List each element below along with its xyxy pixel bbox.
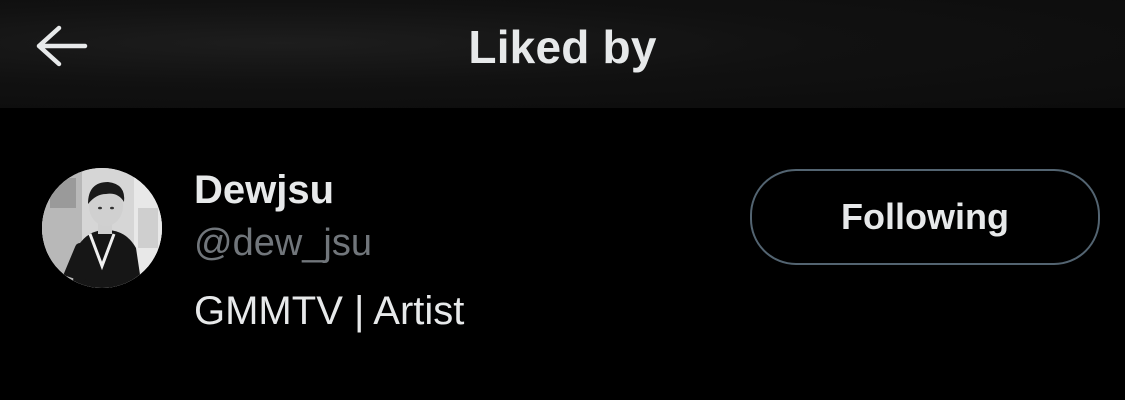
avatar[interactable] (42, 168, 162, 288)
user-name[interactable]: Dewjsu (194, 168, 334, 212)
user-bio: GMMTV | Artist (194, 289, 465, 333)
back-button[interactable] (30, 22, 92, 70)
user-list-item[interactable]: Dewjsu @dew_jsu GMMTV | Artist Following (0, 108, 1125, 400)
arrow-left-icon (33, 24, 89, 68)
user-handle: @dew_jsu (194, 222, 372, 264)
top-bar: Liked by (0, 0, 1125, 108)
page-title: Liked by (468, 21, 657, 73)
following-button[interactable]: Following (750, 169, 1100, 265)
